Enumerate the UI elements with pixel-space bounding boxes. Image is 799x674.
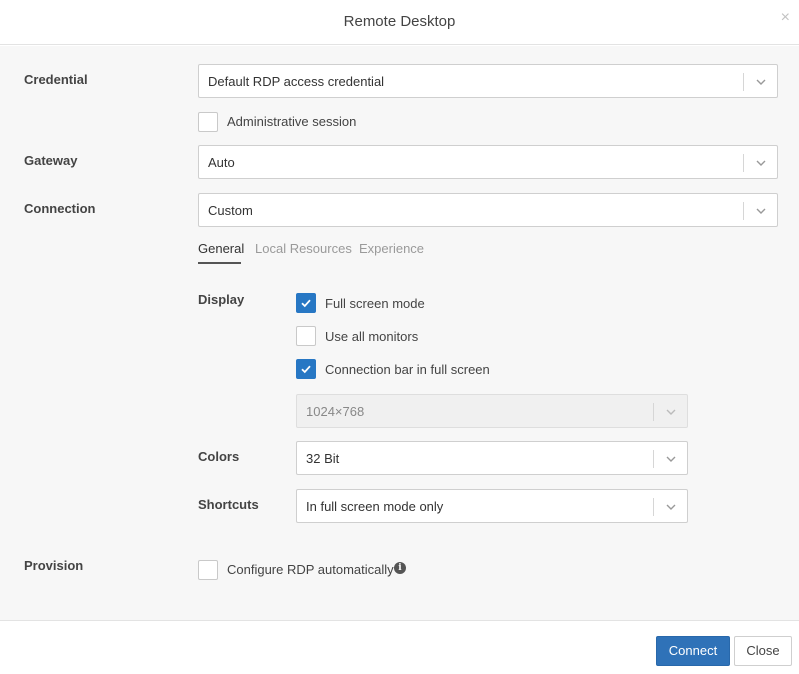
select-separator xyxy=(653,403,654,421)
admin-session-label: Administrative session xyxy=(227,114,357,129)
connection-select[interactable]: Custom xyxy=(198,193,778,227)
select-separator xyxy=(743,154,744,172)
gateway-label: Gateway xyxy=(24,153,78,168)
provision-label: Provision xyxy=(24,558,84,573)
active-tab-indicator xyxy=(198,262,241,264)
admin-session-checkbox[interactable] xyxy=(198,112,218,132)
tab-general[interactable]: General xyxy=(198,241,244,256)
tab-local-resources[interactable]: Local Resources xyxy=(255,241,352,256)
chevron-down-icon xyxy=(756,160,766,166)
info-icon[interactable]: i xyxy=(394,562,406,574)
dialog-body: Credential Default RDP access credential… xyxy=(0,46,799,620)
checkmark-icon xyxy=(301,299,311,308)
close-icon[interactable]: × xyxy=(781,10,790,26)
shortcuts-label: Shortcuts xyxy=(198,497,259,512)
select-separator xyxy=(743,73,744,91)
colors-label: Colors xyxy=(198,449,240,464)
full-screen-label: Full screen mode xyxy=(325,296,425,311)
resolution-select: 1024×768 xyxy=(296,394,688,428)
chevron-down-icon xyxy=(666,456,676,462)
select-separator xyxy=(653,498,654,516)
select-separator xyxy=(743,202,744,220)
shortcuts-value: In full screen mode only xyxy=(306,499,444,514)
configure-rdp-checkbox[interactable] xyxy=(198,560,218,580)
credential-select[interactable]: Default RDP access credential xyxy=(198,64,778,98)
credential-value: Default RDP access credential xyxy=(208,74,385,89)
display-label: Display xyxy=(198,292,245,307)
tab-experience[interactable]: Experience xyxy=(359,241,424,256)
dialog-header: Remote Desktop × xyxy=(0,0,799,45)
dialog-title: Remote Desktop xyxy=(343,13,456,30)
connection-bar-checkbox[interactable] xyxy=(296,359,316,379)
configure-rdp-label: Configure RDP automatically xyxy=(227,562,394,577)
chevron-down-icon xyxy=(756,208,766,214)
chevron-down-icon xyxy=(756,79,766,85)
connection-bar-label: Connection bar in full screen xyxy=(325,362,490,377)
colors-value: 32 Bit xyxy=(306,451,340,466)
gateway-select[interactable]: Auto xyxy=(198,145,778,179)
select-separator xyxy=(653,450,654,468)
full-screen-checkbox[interactable] xyxy=(296,293,316,313)
dialog-footer: Connect Close xyxy=(0,620,799,674)
connection-label: Connection xyxy=(24,201,96,216)
all-monitors-label: Use all monitors xyxy=(325,329,419,344)
all-monitors-checkbox[interactable] xyxy=(296,326,316,346)
checkmark-icon xyxy=(301,365,311,374)
credential-label: Credential xyxy=(24,72,88,87)
connection-value: Custom xyxy=(208,203,253,218)
resolution-value: 1024×768 xyxy=(306,404,365,419)
connect-button[interactable]: Connect xyxy=(656,636,730,666)
gateway-value: Auto xyxy=(208,155,235,170)
colors-select[interactable]: 32 Bit xyxy=(296,441,688,475)
shortcuts-select[interactable]: In full screen mode only xyxy=(296,489,688,523)
close-button[interactable]: Close xyxy=(734,636,792,666)
chevron-down-icon xyxy=(666,409,676,415)
chevron-down-icon xyxy=(666,504,676,510)
